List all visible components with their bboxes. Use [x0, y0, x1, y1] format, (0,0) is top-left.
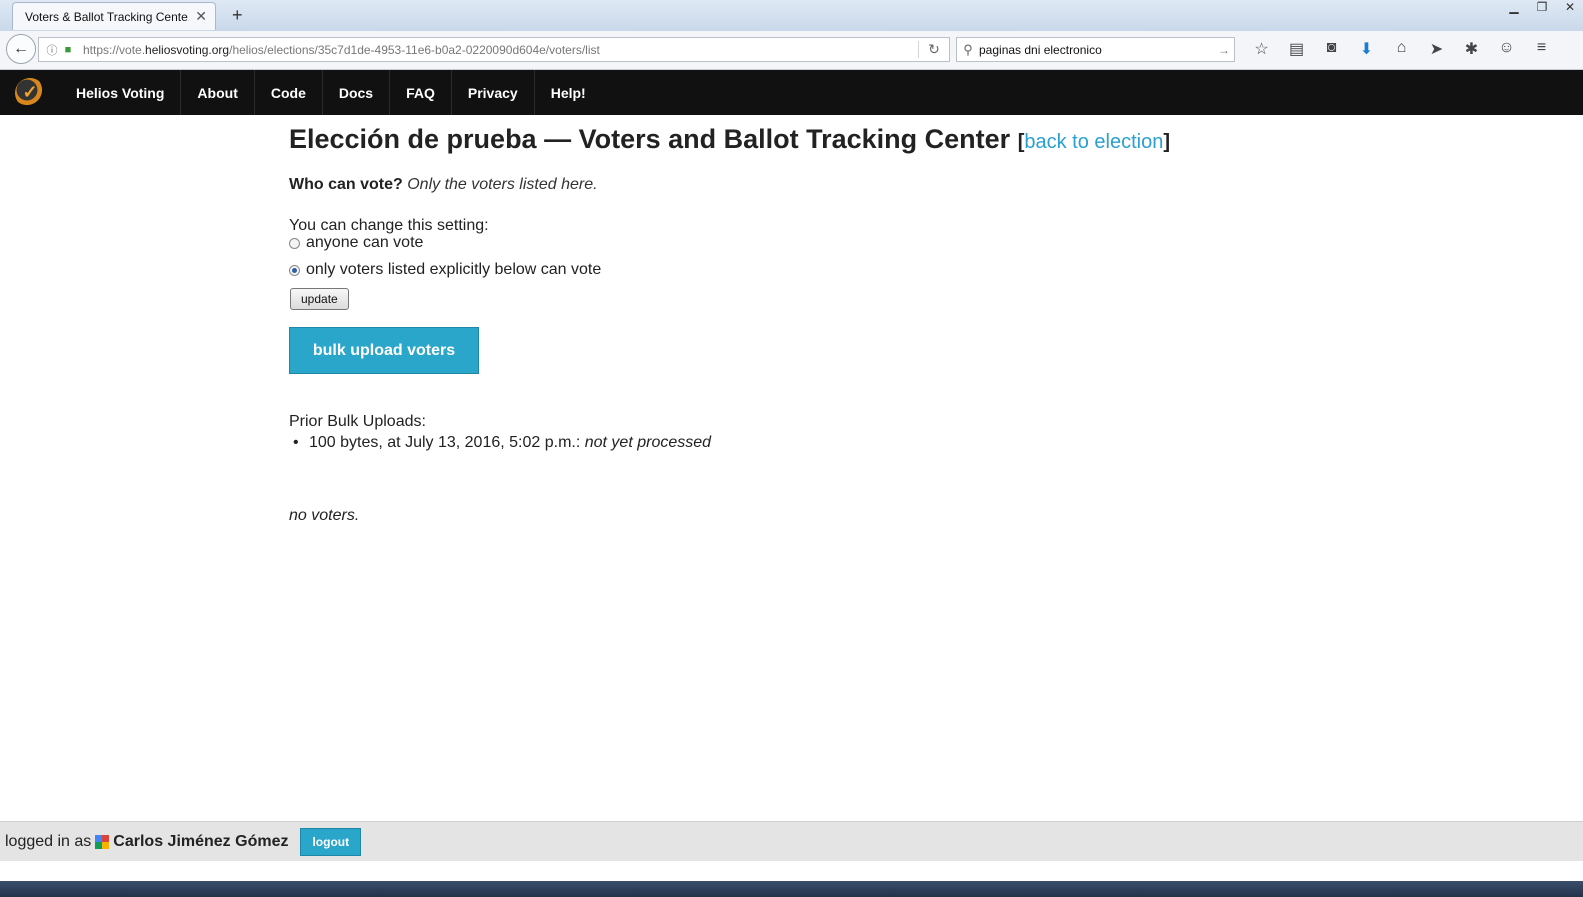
new-tab-icon[interactable]: + [232, 5, 243, 26]
back-arrow-icon: ← [13, 40, 29, 57]
browser-tab[interactable]: Voters & Ballot Tracking Cente... ✕ [12, 2, 216, 30]
who-label: Who can vote? [289, 176, 403, 193]
chat-icon[interactable]: ☺ [1489, 39, 1524, 59]
site-header: ✓ Helios Voting About Code Docs FAQ Priv… [0, 70, 1583, 115]
toolbar-icons: ☆ ▤ ◙ ⬇ ⌂ ➤ ✱ ☺ ≡ [1244, 39, 1559, 59]
downloads-icon[interactable]: ⬇ [1349, 39, 1384, 59]
reload-icon[interactable]: ↻ [918, 41, 949, 58]
nav-privacy[interactable]: Privacy [452, 70, 535, 115]
nav-faq[interactable]: FAQ [390, 70, 452, 115]
bracket-close: ] [1163, 131, 1171, 153]
search-bar[interactable]: ⚲ paginas dni electronico → [956, 37, 1235, 62]
tab-close-icon[interactable]: ✕ [195, 8, 207, 25]
prior-upload-status: not yet processed [584, 434, 712, 451]
footer-bar: logged in as Carlos Jiménez Gómez logout [0, 821, 1583, 861]
who-value: Only the voters listed here. [407, 176, 598, 193]
close-window-icon[interactable]: ✕ [1563, 0, 1577, 14]
extension-icon[interactable]: ✱ [1454, 39, 1489, 59]
update-button[interactable]: update [290, 288, 349, 310]
main-content: Elección de prueba — Voters and Ballot T… [289, 122, 1289, 524]
helios-logo[interactable]: ✓ [0, 70, 60, 115]
prior-upload-text: 100 bytes, at July 13, 2016, 5:02 p.m.: [309, 434, 581, 451]
url-prefix: https://vote. [83, 42, 146, 57]
send-icon[interactable]: ➤ [1419, 39, 1454, 59]
option-anyone-label[interactable]: anyone can vote [306, 234, 423, 252]
page-title: Elección de prueba — Voters and Ballot T… [289, 124, 1011, 154]
search-go-icon[interactable]: → [1214, 43, 1234, 57]
checkmark-logo-icon: ✓ [15, 77, 45, 108]
nav-docs[interactable]: Docs [323, 70, 391, 115]
option-anyone-row[interactable]: anyone can vote [289, 234, 423, 252]
search-input[interactable]: paginas dni electronico [979, 43, 1214, 57]
logout-button[interactable]: logout [300, 827, 362, 856]
option-listed-label[interactable]: only voters listed explicitly below can … [306, 261, 601, 279]
lock-icon[interactable]: ■ [61, 44, 75, 56]
bulk-upload-button[interactable]: bulk upload voters [289, 327, 479, 374]
nav-code[interactable]: Code [255, 70, 323, 115]
window-controls: ▁ ❐ ✕ [1507, 0, 1577, 14]
nav-about[interactable]: About [181, 70, 255, 115]
pocket-icon[interactable]: ◙ [1314, 39, 1349, 59]
browser-tabstrip: Voters & Ballot Tracking Cente... ✕ + ▁ … [0, 0, 1583, 32]
prior-upload-item: 100 bytes, at July 13, 2016, 5:02 p.m.: … [293, 434, 712, 452]
change-setting-label: You can change this setting: [289, 217, 489, 234]
google-icon [95, 834, 110, 849]
no-voters-text: no voters. [289, 507, 360, 524]
option-listed-row[interactable]: only voters listed explicitly below can … [289, 261, 601, 279]
bookmark-star-icon[interactable]: ☆ [1244, 39, 1279, 59]
nav-brand[interactable]: Helios Voting [60, 70, 182, 115]
back-to-election-link[interactable]: back to election [1024, 131, 1163, 153]
username: Carlos Jiménez Gómez [113, 832, 289, 850]
page-heading: Elección de prueba — Voters and Ballot T… [289, 122, 1289, 159]
menu-icon[interactable]: ≡ [1524, 39, 1559, 59]
info-icon[interactable]: ⓘ [43, 42, 61, 58]
url-text[interactable]: https://vote.heliosvoting.org/helios/ele… [83, 43, 918, 57]
restore-icon[interactable]: ❐ [1535, 0, 1549, 14]
back-button[interactable]: ← [6, 34, 36, 64]
browser-toolbar: ← ⓘ ■ https://vote.heliosvoting.org/heli… [0, 31, 1583, 70]
reading-list-icon[interactable]: ▤ [1279, 39, 1314, 59]
url-bar[interactable]: ⓘ ■ https://vote.heliosvoting.org/helios… [38, 37, 950, 62]
os-taskbar [0, 881, 1583, 897]
radio-anyone[interactable] [289, 237, 300, 249]
who-can-vote: Who can vote? Only the voters listed her… [289, 176, 598, 194]
url-path: /helios/elections/35c7d1de-4953-11e6-b0a… [229, 42, 600, 57]
prior-uploads-label: Prior Bulk Uploads: [289, 413, 426, 430]
home-icon[interactable]: ⌂ [1384, 39, 1419, 59]
logged-in-label: logged in as [5, 832, 92, 850]
url-domain: heliosvoting.org [145, 42, 230, 57]
search-icon: ⚲ [963, 41, 973, 57]
minimize-icon[interactable]: ▁ [1507, 0, 1521, 14]
tab-title: Voters & Ballot Tracking Cente... [25, 9, 190, 24]
nav-help[interactable]: Help! [535, 70, 602, 115]
radio-listed[interactable] [289, 264, 300, 276]
